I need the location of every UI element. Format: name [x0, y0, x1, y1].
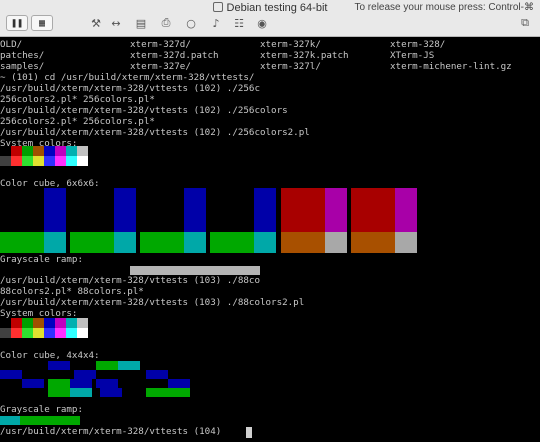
- cube-cell: [184, 232, 206, 253]
- cube-cell: [96, 379, 118, 388]
- cube-cell: [74, 370, 96, 379]
- cube-cell: [281, 188, 325, 232]
- cube-cell: [184, 188, 206, 232]
- system-color-cell: [22, 156, 33, 166]
- cube-cell: [70, 388, 92, 397]
- cube-cell: [100, 388, 122, 397]
- terminal-prompt: /usr/build/xterm/xterm-328/vttests (104): [0, 426, 222, 437]
- system-color-cell: [11, 156, 22, 166]
- system-color-cell: [66, 146, 77, 156]
- system-color-cell: [77, 318, 88, 328]
- cube-cell: [351, 188, 395, 232]
- listing-item: xterm-michener-lint.gz: [390, 61, 512, 72]
- cube-cell: [281, 232, 325, 253]
- ramp-cell: [20, 416, 80, 425]
- system-color-cell: [11, 146, 22, 156]
- system-color-cell: [44, 328, 55, 338]
- cube-cell: [140, 232, 184, 253]
- cube-cell: [168, 379, 190, 388]
- system-color-cell: [66, 156, 77, 166]
- usb-icon[interactable]: ☷: [231, 15, 247, 31]
- cube-cell: [118, 361, 140, 370]
- cube-cell: [22, 379, 44, 388]
- cube-cell: [395, 188, 417, 232]
- share-icon[interactable]: ◉: [254, 15, 270, 31]
- terminal-window[interactable]: OLD/ xterm-327d/ xterm-327k/ xterm-328/ …: [0, 37, 540, 442]
- system-color-cell: [22, 318, 33, 328]
- window-titlebar: Debian testing 64-bit To release your mo…: [0, 0, 540, 37]
- cube-cell: [48, 361, 70, 370]
- cube-cell: [114, 232, 136, 253]
- hard-disk-icon[interactable]: ▤: [133, 15, 149, 31]
- text-cursor: [246, 427, 252, 438]
- cube-cell: [395, 232, 417, 253]
- vm-icon: [212, 2, 223, 12]
- system-color-cell: [77, 328, 88, 338]
- system-color-cell: [22, 146, 33, 156]
- system-color-cell: [55, 328, 66, 338]
- system-color-cell: [0, 146, 11, 156]
- system-color-cell: [0, 318, 11, 328]
- vm-settings-icon: ▦: [38, 17, 46, 29]
- cube-cell: [114, 188, 136, 232]
- system-color-cell: [22, 328, 33, 338]
- printer-icon[interactable]: ⎙: [158, 15, 174, 31]
- speaker-icon[interactable]: ♪: [208, 15, 224, 31]
- system-color-cell: [44, 146, 55, 156]
- pause-icon: ❚❚: [10, 17, 24, 29]
- system-color-cell: [0, 156, 11, 166]
- cube-cell: [210, 232, 254, 253]
- vm-settings-button[interactable]: ▦: [31, 15, 53, 31]
- system-color-cell: [0, 328, 11, 338]
- system-color-cell: [11, 328, 22, 338]
- cube-cell: [44, 232, 66, 253]
- wrench-icon[interactable]: ⚒: [88, 15, 104, 31]
- release-mouse-hint: To release your mouse press: Control-⌘: [354, 2, 534, 13]
- cube-cell: [325, 188, 347, 232]
- system-color-cell: [44, 156, 55, 166]
- fullscreen-icon[interactable]: ⧉: [517, 15, 533, 31]
- system-color-cell: [55, 318, 66, 328]
- cube-cell: [325, 232, 347, 253]
- ramp-cell: [0, 416, 20, 425]
- cube-cell: [70, 232, 114, 253]
- system-color-cell: [33, 328, 44, 338]
- system-color-cell: [77, 156, 88, 166]
- system-color-cell: [33, 318, 44, 328]
- terminal-line: Grayscale ramp:: [0, 254, 83, 265]
- cube-cell: [254, 188, 276, 232]
- system-color-cell: [44, 318, 55, 328]
- system-color-cell: [33, 156, 44, 166]
- cube-cell: [0, 370, 22, 379]
- cube-cell: [146, 370, 168, 379]
- system-color-cell: [66, 318, 77, 328]
- cube-cell: [146, 388, 190, 397]
- system-color-cell: [33, 146, 44, 156]
- cube-cell: [351, 232, 395, 253]
- system-color-cell: [55, 146, 66, 156]
- cube-cell: [48, 379, 70, 388]
- cube-cell: [254, 232, 276, 253]
- cube-cell: [0, 232, 44, 253]
- network-arrows-icon[interactable]: ↔: [108, 15, 124, 31]
- pause-button[interactable]: ❚❚: [6, 15, 28, 31]
- system-color-cell: [77, 146, 88, 156]
- system-color-cell: [11, 318, 22, 328]
- terminal-line: Grayscale ramp:: [0, 404, 83, 415]
- system-color-cell: [66, 328, 77, 338]
- cube-cell: [96, 361, 118, 370]
- window-title-text: Debian testing 64-bit: [226, 2, 328, 14]
- cube-cell: [48, 388, 70, 397]
- listing-item: xterm-327l/: [260, 61, 321, 72]
- cube-cell: [44, 188, 66, 232]
- camera-icon[interactable]: ○: [183, 15, 199, 31]
- grayscale-ramp-256: [130, 266, 260, 275]
- system-color-cell: [55, 156, 66, 166]
- cube-cell: [70, 379, 92, 388]
